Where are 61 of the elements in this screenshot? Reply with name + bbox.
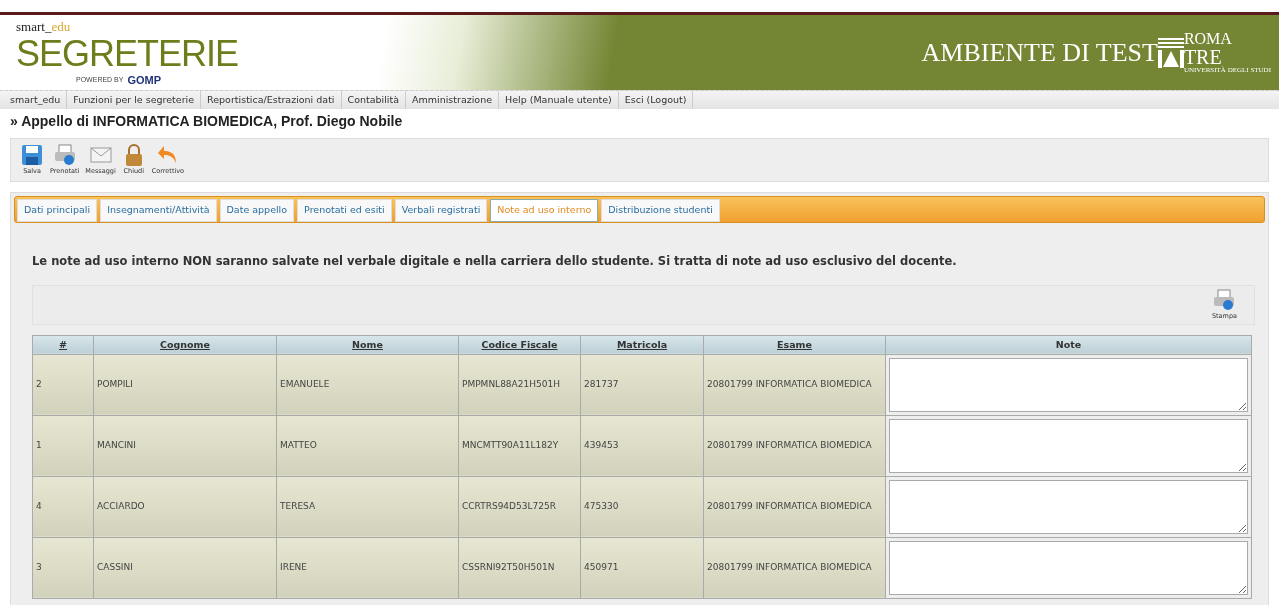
column-header[interactable]: Nome <box>276 335 459 355</box>
table-cell: 3 <box>32 537 94 599</box>
column-header[interactable]: Matricola <box>580 335 704 355</box>
university-name: TRE <box>1183 47 1222 67</box>
table-cell: 1 <box>32 415 94 477</box>
tab[interactable]: Verbali registrati <box>394 199 488 223</box>
table-cell: MNCMTT90A11L182Y <box>458 415 581 477</box>
table-cell: 2 <box>32 354 94 416</box>
table-cell: PMPMNL88A21H501H <box>458 354 581 416</box>
table-cell: CSSRNI92T50H501N <box>458 537 581 599</box>
table-cell: MANCINI <box>93 415 277 477</box>
tab[interactable]: Prenotati ed esiti <box>297 199 392 223</box>
arch-icon <box>1157 37 1184 68</box>
table-cell: 439453 <box>580 415 704 477</box>
printer-icon <box>1212 287 1237 312</box>
note-field[interactable] <box>889 479 1248 534</box>
table-cell: POMPILI <box>93 354 277 416</box>
column-header[interactable]: Codice Fiscale <box>458 335 581 355</box>
university-name: ROMA <box>1183 31 1233 47</box>
table-cell: CASSINI <box>93 537 277 599</box>
menu-item[interactable]: smart_edu <box>4 91 68 109</box>
notice-text: Le note ad uso interno NON saranno salvate nel verbale digitale e nella carriera dello studente. Si tratta di note ad uso esclusivo del docente. <box>32 253 958 271</box>
menu-item[interactable]: Funzioni per le segreterie <box>67 91 202 109</box>
table-cell: 20801799 INFORMATICA BIOMEDICA <box>703 537 886 599</box>
table-cell: 20801799 INFORMATICA BIOMEDICA <box>703 476 886 538</box>
printer-icon <box>52 143 77 168</box>
page-title: » Appello di INFORMATICA BIOMEDICA, Prof. Diego Nobile <box>9 112 404 131</box>
tab[interactable]: Insegnamenti/Attività <box>100 199 217 223</box>
environment-label: AMBIENTE DI TEST <box>921 37 1158 69</box>
table-cell: CCRTRS94D53L725R <box>458 476 581 538</box>
note-field[interactable] <box>889 357 1248 412</box>
table-cell: TERESA <box>276 476 459 538</box>
note-field[interactable] <box>889 418 1248 473</box>
save-icon <box>20 143 44 168</box>
note-field[interactable] <box>889 540 1248 595</box>
table-cell: 4 <box>32 476 94 538</box>
column-header: Note <box>885 335 1252 355</box>
menu-item[interactable]: Help (Manuale utente) <box>499 91 619 109</box>
column-header[interactable]: Cognome <box>93 335 277 355</box>
table-cell: 20801799 INFORMATICA BIOMEDICA <box>703 354 886 416</box>
menu-item[interactable]: Contabilità <box>341 91 406 109</box>
brand-suffix: edu <box>51 18 71 34</box>
menu-item[interactable]: Reportistica/Estrazioni dati <box>201 91 342 109</box>
table-cell: IRENE <box>276 537 459 599</box>
table-cell: MATTEO <box>276 415 459 477</box>
column-header[interactable]: Esame <box>703 335 886 355</box>
table-cell: ACCIARDO <box>93 476 277 538</box>
table-cell: 20801799 INFORMATICA BIOMEDICA <box>703 415 886 477</box>
table-cell: 475330 <box>580 476 704 538</box>
tab[interactable]: Dati principali <box>17 199 98 223</box>
brand-logo: SEGRETERIE <box>16 36 239 72</box>
tab[interactable]: Date appello <box>219 199 295 223</box>
menu-item[interactable]: Esci (Logout) <box>618 91 694 109</box>
brand-prefix: smart_ <box>16 18 52 34</box>
tab[interactable]: Distribuzione studenti <box>601 199 720 223</box>
table-cell: EMANUELE <box>276 354 459 416</box>
menu-item[interactable]: Amministrazione <box>406 91 500 109</box>
column-header[interactable]: # <box>32 335 94 355</box>
table-cell: 450971 <box>580 537 704 599</box>
table-cell: 281737 <box>580 354 704 416</box>
powered-by-logo: GOMP <box>127 73 162 88</box>
